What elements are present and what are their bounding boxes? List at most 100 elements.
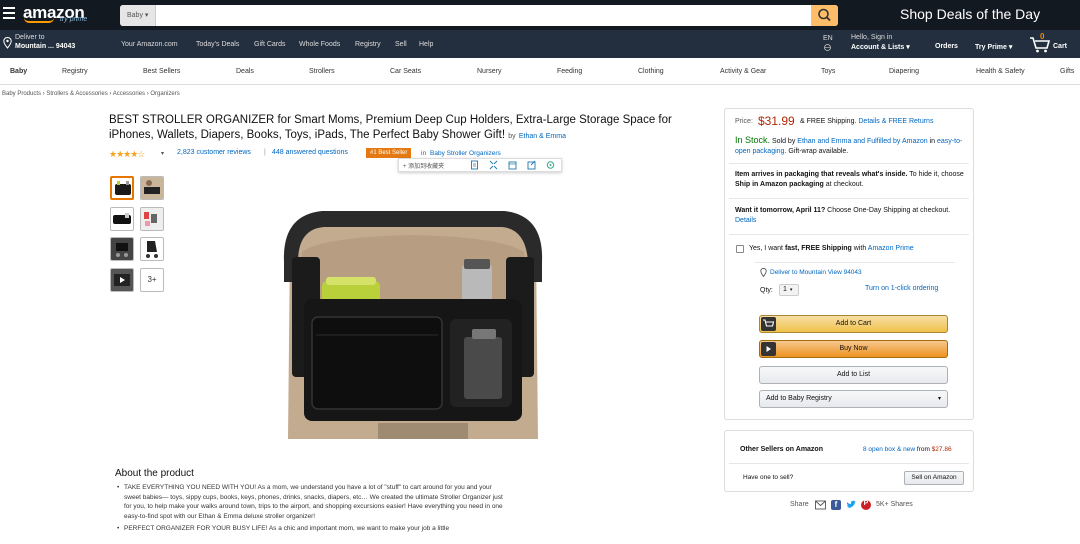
packaging-note-bold: Item arrives in packaging that reveals w… (735, 171, 908, 178)
category-diapering[interactable]: Diapering (889, 68, 919, 75)
nav-link-todays-deals[interactable]: Today's Deals (196, 41, 239, 48)
gift-wrap-label: . Gift-wrap available. (784, 148, 849, 155)
stroller-organizer-thumb-image (115, 181, 131, 195)
divider (729, 163, 969, 164)
search-input[interactable] (120, 5, 838, 26)
nav-link-sell[interactable]: Sell (395, 41, 407, 48)
more-thumbnails-button[interactable]: 3+ (140, 268, 164, 292)
open-box-new-link[interactable]: 8 open box & new (863, 446, 915, 453)
email-icon[interactable] (815, 500, 826, 510)
cart-icon (761, 317, 776, 331)
nav-link-gift-cards[interactable]: Gift Cards (254, 41, 286, 48)
buy-now-button[interactable]: Buy Now (759, 340, 948, 358)
organizer-detail-thumb-image (113, 213, 131, 224)
thumbnail-6[interactable] (140, 237, 164, 261)
fulfilled-by-link[interactable]: and Fulfilled by Amazon (853, 138, 927, 145)
deals-banner-link[interactable]: Shop Deals of the Day (900, 6, 1040, 22)
deliver-to-label: Deliver to (15, 34, 45, 41)
cart-label[interactable]: Cart (1053, 43, 1067, 50)
breadcrumb[interactable]: Baby Products › Strollers & Accessories … (2, 91, 180, 97)
one-day-end: at checkout. (910, 207, 951, 214)
registry-chevron-down-icon: ▾ (937, 396, 941, 402)
category-baby[interactable]: Baby (10, 68, 27, 75)
settings-icon[interactable] (546, 160, 555, 170)
badge-in-label: in (421, 150, 427, 157)
deliver-to-link[interactable]: Deliver to Mountain View 94043 (770, 269, 862, 276)
divider (729, 198, 969, 199)
add-to-favorites-button[interactable]: + 添加到收藏夹 (403, 161, 444, 170)
thumbnail-5[interactable] (110, 237, 134, 261)
account-greeting: Hello, Sign in (851, 34, 893, 41)
star-rating[interactable]: ★★★★☆ (109, 149, 145, 160)
search-category-dropdown[interactable]: Baby ▾ (120, 5, 156, 26)
nav-link-your-amazon[interactable]: Your Amazon.com (121, 41, 178, 48)
free-shipping-label: & FREE Shipping. (800, 118, 857, 125)
share-label: Share (790, 501, 809, 508)
nav-link-whole-foods[interactable]: Whole Foods (299, 41, 340, 48)
category-activity-gear[interactable]: Activity & Gear (720, 68, 766, 75)
price-label: Price: (735, 118, 753, 125)
category-registry[interactable]: Registry (62, 68, 88, 75)
category-toys[interactable]: Toys (821, 68, 835, 75)
thumbnail-video[interactable] (110, 268, 134, 292)
thumbnail-3[interactable] (110, 207, 134, 231)
category-feeding[interactable]: Feeding (557, 68, 582, 75)
document-icon[interactable] (470, 160, 479, 170)
language-selector[interactable]: EN (823, 35, 833, 42)
other-sellers-heading: Other Sellers on Amazon (740, 446, 823, 453)
facebook-icon[interactable]: f (831, 500, 841, 510)
category-nursery[interactable]: Nursery (477, 68, 502, 75)
offers-price: $27.86 (931, 446, 952, 453)
answered-questions-link[interactable]: 448 answered questions (272, 149, 348, 156)
expand-icon[interactable] (489, 160, 498, 170)
one-click-link[interactable]: Turn on 1-click ordering (865, 285, 938, 292)
rating-dropdown-icon[interactable]: ▾ (161, 150, 164, 157)
category-strollers[interactable]: Strollers (309, 68, 335, 75)
add-to-registry-button[interactable]: Add to Baby Registry ▾ (759, 390, 948, 408)
add-to-cart-button[interactable]: Add to Cart (759, 315, 948, 333)
qty-select[interactable]: 1 ▾ (779, 284, 799, 296)
category-gifts[interactable]: Gifts (1060, 68, 1074, 75)
category-clothing[interactable]: Clothing (638, 68, 664, 75)
seller-link[interactable]: Ethan and Emma (797, 138, 851, 145)
delivery-promise: Want it tomorrow, April 11? Choose One-D… (735, 206, 965, 226)
delivery-details-link[interactable]: Details (735, 217, 756, 224)
pinterest-icon[interactable]: P (861, 500, 871, 510)
twitter-icon[interactable] (846, 500, 857, 510)
share-out-icon[interactable] (527, 160, 536, 170)
sell-on-amazon-button[interactable]: Sell on Amazon (904, 471, 964, 485)
badge-category-link[interactable]: Baby Stroller Organizers (430, 150, 501, 157)
clipboard-icon[interactable] (508, 160, 517, 170)
other-offers: 8 open box & new from $27.86 (863, 446, 952, 453)
category-best-sellers[interactable]: Best Sellers (143, 68, 180, 75)
account-lists-menu[interactable]: Account & Lists ▾ (851, 43, 910, 51)
add-to-list-button[interactable]: Add to List (759, 366, 948, 384)
thumbnail-1[interactable] (110, 176, 134, 200)
nav-link-registry[interactable]: Registry (355, 41, 381, 48)
category-health-safety[interactable]: Health & Safety (976, 68, 1025, 75)
free-shipping-text: & FREE Shipping. Details & FREE Returns (800, 118, 933, 125)
prime-checkbox[interactable] (736, 245, 744, 253)
product-main-image[interactable] (282, 207, 544, 439)
nav-link-help[interactable]: Help (419, 41, 433, 48)
packaging-note-text: To hide it, choose (907, 171, 964, 178)
details-returns-link[interactable]: Details & FREE Returns (858, 118, 933, 125)
amazon-prime-link[interactable]: Amazon Prime (868, 245, 914, 252)
best-seller-badge[interactable]: #1 Best Seller (366, 148, 412, 158)
prime-offer-mid: with (851, 245, 868, 252)
thumbnail-4[interactable] (140, 207, 164, 231)
divider (755, 262, 955, 263)
packaging-note-end: at checkout. (823, 181, 864, 188)
category-deals[interactable]: Deals (236, 68, 254, 75)
contents-thumb-image (141, 208, 163, 230)
search-button[interactable] (811, 5, 838, 26)
in-label: in (929, 138, 936, 145)
hamburger-menu-icon[interactable] (3, 7, 15, 19)
orders-link[interactable]: Orders (935, 43, 958, 50)
brand-link[interactable]: Ethan & Emma (519, 133, 566, 140)
category-car-seats[interactable]: Car Seats (390, 68, 421, 75)
try-prime-menu[interactable]: Try Prime ▾ (975, 43, 1012, 51)
thumbnail-2[interactable] (140, 176, 164, 200)
customer-reviews-link[interactable]: 2,823 customer reviews (177, 149, 251, 156)
deliver-location-link[interactable]: Mountain ... 94043 (15, 43, 75, 50)
